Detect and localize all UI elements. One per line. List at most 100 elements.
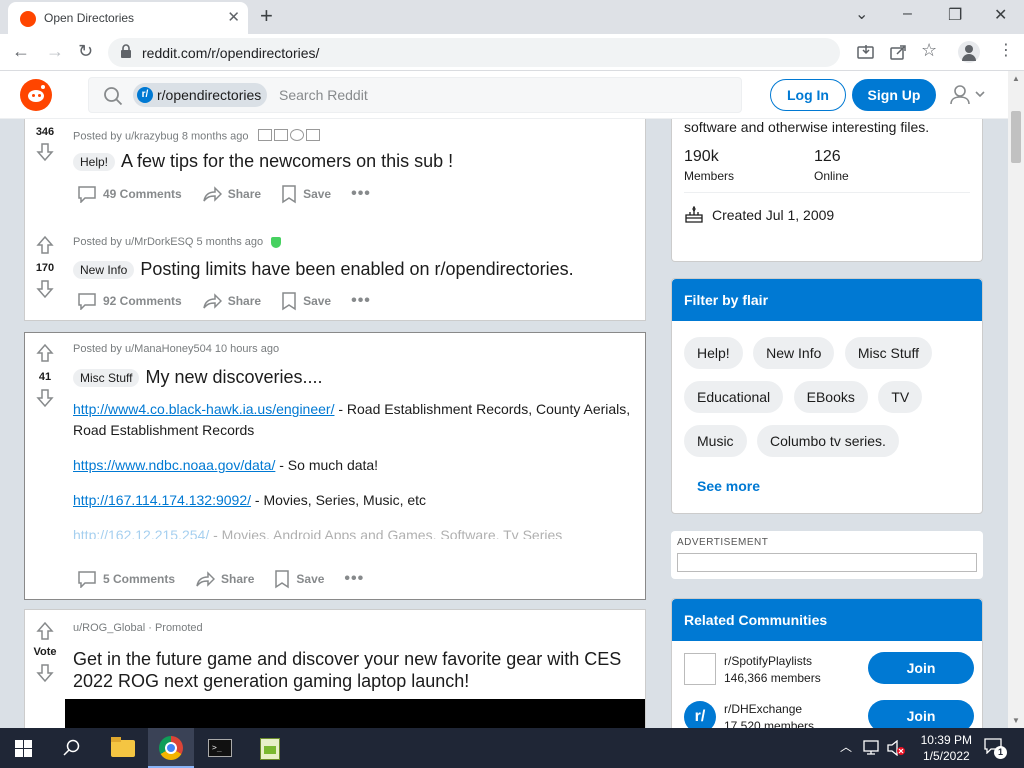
- post-link[interactable]: http://167.114.174.132:9092/: [73, 492, 251, 508]
- post-link[interactable]: http://www4.co.black-hawk.ia.us/engineer…: [73, 401, 334, 417]
- comments-button[interactable]: 49 Comments: [77, 185, 182, 203]
- log-in-button[interactable]: Log In: [770, 79, 846, 111]
- downvote-arrow-icon[interactable]: [35, 663, 55, 683]
- share-button[interactable]: Share: [202, 185, 261, 203]
- comments-button[interactable]: 92 Comments: [77, 292, 182, 310]
- address-bar[interactable]: reddit.com/r/opendirectories/: [108, 38, 840, 67]
- volume-muted-icon[interactable]: [886, 740, 906, 756]
- save-button[interactable]: Save: [281, 291, 331, 311]
- upvote-arrow-icon[interactable]: [35, 235, 55, 255]
- scroll-down-icon[interactable]: ▼: [1012, 716, 1020, 725]
- user-menu-dropdown[interactable]: [948, 83, 988, 107]
- share-page-icon[interactable]: [890, 44, 906, 60]
- install-icon[interactable]: [857, 44, 875, 60]
- community-name[interactable]: r/DHExchange: [724, 702, 814, 716]
- share-button[interactable]: Share: [202, 292, 261, 310]
- reload-icon[interactable]: ↻: [78, 41, 93, 62]
- post-title[interactable]: New Info Posting limits have been enabled…: [73, 259, 574, 280]
- post-title[interactable]: Help! A few tips for the newcomers on thi…: [73, 151, 453, 172]
- forward-arrow-icon[interactable]: →: [46, 41, 64, 62]
- post-title[interactable]: Misc Stuff My new discoveries....: [73, 367, 323, 388]
- share-button[interactable]: Share: [195, 570, 254, 588]
- bookmark-icon: [275, 570, 290, 589]
- taskbar-search-icon[interactable]: [63, 739, 81, 757]
- reddit-logo-icon[interactable]: [20, 79, 52, 111]
- promoted-author[interactable]: u/ROG_Global: [73, 622, 145, 634]
- post-flair[interactable]: Help!: [73, 153, 116, 172]
- sign-up-button[interactable]: Sign Up: [852, 79, 936, 111]
- flair-filter-help[interactable]: Help!: [684, 337, 743, 369]
- back-arrow-icon[interactable]: ←: [12, 41, 30, 62]
- join-button[interactable]: Join: [868, 652, 974, 684]
- community-icon: [684, 653, 716, 685]
- post-card[interactable]: 170 Posted by u/MrDorkESQ 5 months ago N…: [24, 226, 646, 321]
- search-input[interactable]: Search Reddit: [279, 87, 368, 103]
- restore-button[interactable]: ❐: [948, 5, 962, 25]
- chrome-taskbar-button[interactable]: [148, 728, 194, 768]
- downvote-arrow-icon[interactable]: [35, 142, 55, 162]
- more-options-icon[interactable]: •••: [351, 292, 371, 310]
- reddit-search-bar[interactable]: r/ r/opendirectories Search Reddit: [88, 77, 742, 113]
- promoted-media[interactable]: [65, 699, 645, 728]
- bookmark-star-icon[interactable]: ☆: [921, 40, 937, 61]
- notification-center-icon[interactable]: 1: [984, 738, 1007, 759]
- upvote-arrow-icon[interactable]: [35, 621, 55, 641]
- promoted-post-card[interactable]: Vote u/ROG_Global · Promoted Get in the …: [24, 609, 646, 728]
- post-meta: Posted by u/krazybug 8 months ago: [73, 129, 320, 144]
- save-button[interactable]: Save: [281, 184, 331, 204]
- more-options-icon[interactable]: •••: [344, 570, 364, 588]
- close-window-button[interactable]: ✕: [994, 5, 1007, 25]
- windows-start-icon[interactable]: [15, 740, 32, 757]
- save-button[interactable]: Save: [274, 569, 324, 589]
- flair-filter-misc-stuff[interactable]: Misc Stuff: [844, 337, 933, 369]
- post-card[interactable]: 41 Posted by u/ManaHoney504 10 hours ago…: [24, 332, 646, 600]
- flair-filter-new-info[interactable]: New Info: [753, 337, 835, 369]
- subreddit-scope-pill[interactable]: r/ r/opendirectories: [133, 83, 268, 107]
- tab-close-icon[interactable]: ✕: [227, 8, 240, 26]
- browser-tab[interactable]: Open Directories ✕: [8, 2, 248, 34]
- comments-button[interactable]: 5 Comments: [77, 570, 175, 588]
- link-description: - Movies, Series, Music, etc: [251, 492, 427, 508]
- upvote-arrow-icon[interactable]: [35, 343, 55, 363]
- join-button[interactable]: Join: [868, 700, 974, 728]
- post-flair[interactable]: Misc Stuff: [73, 369, 140, 388]
- post-title-text: A few tips for the newcomers on this sub…: [121, 151, 454, 171]
- flair-filter-ebooks[interactable]: EBooks: [793, 381, 868, 413]
- network-icon[interactable]: [862, 740, 880, 756]
- tab-search-icon[interactable]: ⌄: [855, 4, 868, 24]
- post-flair[interactable]: New Info: [73, 261, 135, 280]
- browser-menu-icon[interactable]: ⋮: [998, 40, 1014, 60]
- post-link[interactable]: https://www.ndbc.noaa.gov/data/: [73, 457, 275, 473]
- post-card[interactable]: 346 Posted by u/krazybug 8 months ago He…: [24, 119, 646, 227]
- post-title-text: My new discoveries....: [145, 367, 323, 387]
- post-meta: Posted by u/ManaHoney504 10 hours ago: [73, 343, 280, 355]
- minimize-button[interactable]: –: [903, 5, 912, 23]
- new-tab-button[interactable]: +: [260, 3, 273, 29]
- file-explorer-icon[interactable]: [109, 734, 137, 762]
- scroll-up-icon[interactable]: ▲: [1012, 74, 1020, 83]
- terminal-icon[interactable]: >_: [206, 734, 234, 762]
- flair-filter-columbo[interactable]: Columbo tv series.: [757, 425, 899, 457]
- flair-filter-music[interactable]: Music: [684, 425, 747, 457]
- scrollbar-thumb[interactable]: [1011, 111, 1021, 163]
- more-options-icon[interactable]: •••: [351, 185, 371, 203]
- notepad-plus-icon[interactable]: [256, 734, 284, 762]
- advertisement-card: ADVERTISEMENT: [671, 531, 983, 579]
- show-hidden-icons[interactable]: ︿: [840, 738, 852, 755]
- downvote-arrow-icon[interactable]: [35, 388, 55, 408]
- post-link[interactable]: http://162.12.215.254/: [73, 527, 209, 539]
- post-title[interactable]: Get in the future game and discover your…: [73, 648, 643, 692]
- related-community[interactable]: r/DHExchange 17,520 members: [724, 702, 814, 728]
- ad-image[interactable]: [677, 553, 977, 572]
- see-more-link[interactable]: See more: [697, 478, 760, 494]
- page-scrollbar[interactable]: ▲ ▼: [1008, 71, 1024, 728]
- related-community[interactable]: r/SpotifyPlaylists 146,366 members: [724, 654, 821, 685]
- profile-avatar-icon[interactable]: [958, 41, 980, 63]
- flair-filter-tv[interactable]: TV: [878, 381, 923, 413]
- lock-icon: [121, 44, 131, 58]
- flair-list: Help! New Info Misc Stuff Educational EB…: [672, 321, 982, 469]
- community-name[interactable]: r/SpotifyPlaylists: [724, 654, 821, 668]
- flair-filter-educational[interactable]: Educational: [684, 381, 784, 413]
- downvote-arrow-icon[interactable]: [35, 279, 55, 299]
- system-clock[interactable]: 10:39 PM 1/5/2022: [921, 732, 972, 764]
